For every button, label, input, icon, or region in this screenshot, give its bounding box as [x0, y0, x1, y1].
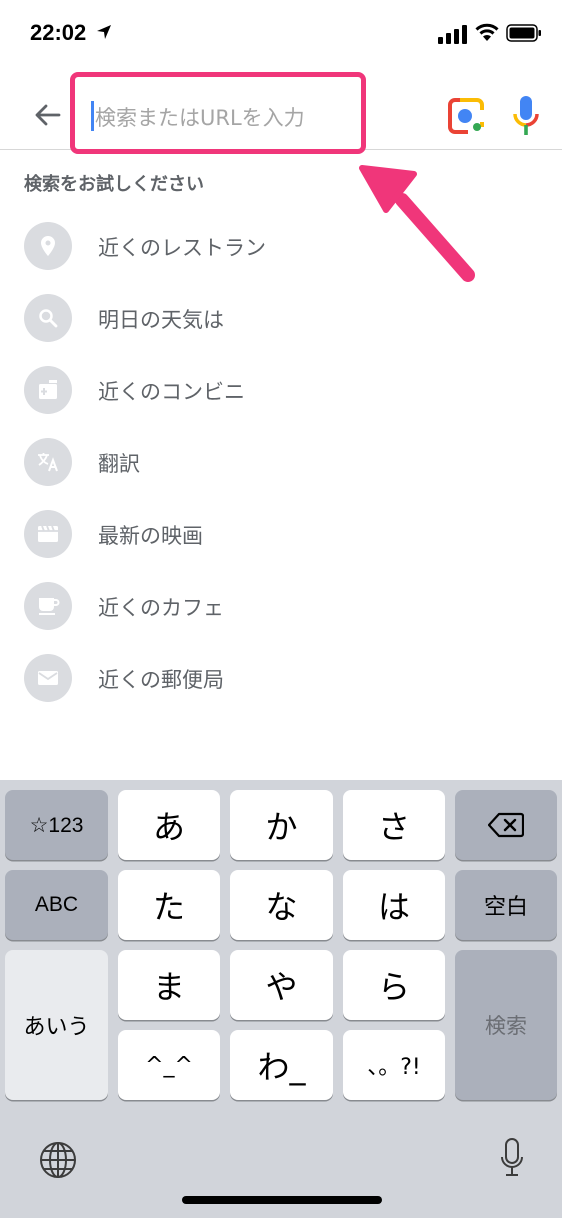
key-kaomoji[interactable]: ^_^	[118, 1030, 220, 1100]
key-symbols[interactable]: ☆123	[5, 790, 108, 860]
key-delete[interactable]	[455, 790, 557, 860]
key-ya[interactable]: や	[230, 950, 333, 1020]
suggestion-icon-bg	[24, 294, 72, 342]
translate-icon	[38, 453, 58, 472]
suggestion-item[interactable]: 近くのコンビニ	[0, 354, 562, 426]
status-bar: 22:02	[0, 0, 562, 70]
movie-clapper-icon	[38, 525, 58, 542]
back-arrow-icon[interactable]	[32, 100, 62, 130]
location-pin-icon	[41, 236, 55, 256]
home-indicator[interactable]	[182, 1196, 382, 1204]
key-ka[interactable]: か	[230, 790, 333, 860]
key-wa[interactable]: わ_	[230, 1030, 333, 1100]
globe-icon[interactable]	[38, 1140, 78, 1180]
key-ra[interactable]: ら	[343, 950, 445, 1020]
battery-icon	[506, 24, 541, 42]
suggestion-icon-bg	[24, 222, 72, 270]
search-placeholder: 検索またはURLを入力	[95, 106, 305, 130]
key-abc[interactable]: ABC	[5, 870, 108, 940]
key-ha[interactable]: は	[343, 870, 445, 940]
suggestion-item[interactable]: 近くの郵便局	[0, 642, 562, 714]
key-ta[interactable]: た	[118, 870, 220, 940]
suggestion-label: 明日の天気は	[98, 308, 224, 332]
convenience-store-icon	[39, 380, 57, 399]
key-punctuation[interactable]: 、。?!	[343, 1030, 445, 1100]
suggestion-label: 最新の映画	[98, 524, 203, 548]
suggestion-item[interactable]: 近くのカフェ	[0, 570, 562, 642]
backspace-icon	[488, 812, 524, 838]
key-a[interactable]: あ	[118, 790, 220, 860]
suggestion-item[interactable]: 最新の映画	[0, 498, 562, 570]
key-space[interactable]: 空白	[455, 870, 557, 940]
mail-envelope-icon	[38, 671, 58, 685]
suggestion-icon-bg	[24, 654, 72, 702]
coffee-cup-icon	[39, 598, 60, 615]
key-hiragana-mode[interactable]: あいう	[5, 950, 108, 1100]
suggestion-label: 近くのレストラン	[98, 236, 266, 260]
suggestion-icon-bg	[24, 438, 72, 486]
suggestions-header: 検索をお試しください	[24, 174, 204, 195]
search-bar: 検索またはURLを入力	[0, 70, 562, 154]
suggestion-label: 近くのコンビニ	[98, 380, 245, 404]
text-caret	[91, 101, 94, 131]
location-arrow-icon	[97, 25, 111, 39]
suggestion-icon-bg	[24, 366, 72, 414]
suggestion-label: 翻訳	[98, 452, 140, 476]
cellular-signal-icon	[438, 25, 467, 44]
suggestion-item[interactable]: 翻訳	[0, 426, 562, 498]
key-search[interactable]: 検索	[455, 950, 557, 1100]
suggestion-label: 近くの郵便局	[98, 668, 224, 692]
google-lens-icon[interactable]	[446, 96, 486, 136]
dictation-mic-icon[interactable]	[500, 1138, 524, 1180]
key-na[interactable]: な	[230, 870, 333, 940]
wifi-icon	[475, 23, 499, 41]
suggestion-item[interactable]: 近くのレストラン	[0, 210, 562, 282]
status-time: 22:02	[30, 20, 87, 45]
suggestion-icon-bg	[24, 582, 72, 630]
suggestion-icon-bg	[24, 510, 72, 558]
search-field-highlight[interactable]: 検索またはURLを入力	[70, 72, 366, 154]
search-icon	[39, 309, 58, 328]
suggestion-item[interactable]: 明日の天気は	[0, 282, 562, 354]
voice-search-mic-icon[interactable]	[512, 94, 540, 138]
key-ma[interactable]: ま	[118, 950, 220, 1020]
key-sa[interactable]: さ	[343, 790, 445, 860]
suggestion-label: 近くのカフェ	[98, 596, 224, 620]
